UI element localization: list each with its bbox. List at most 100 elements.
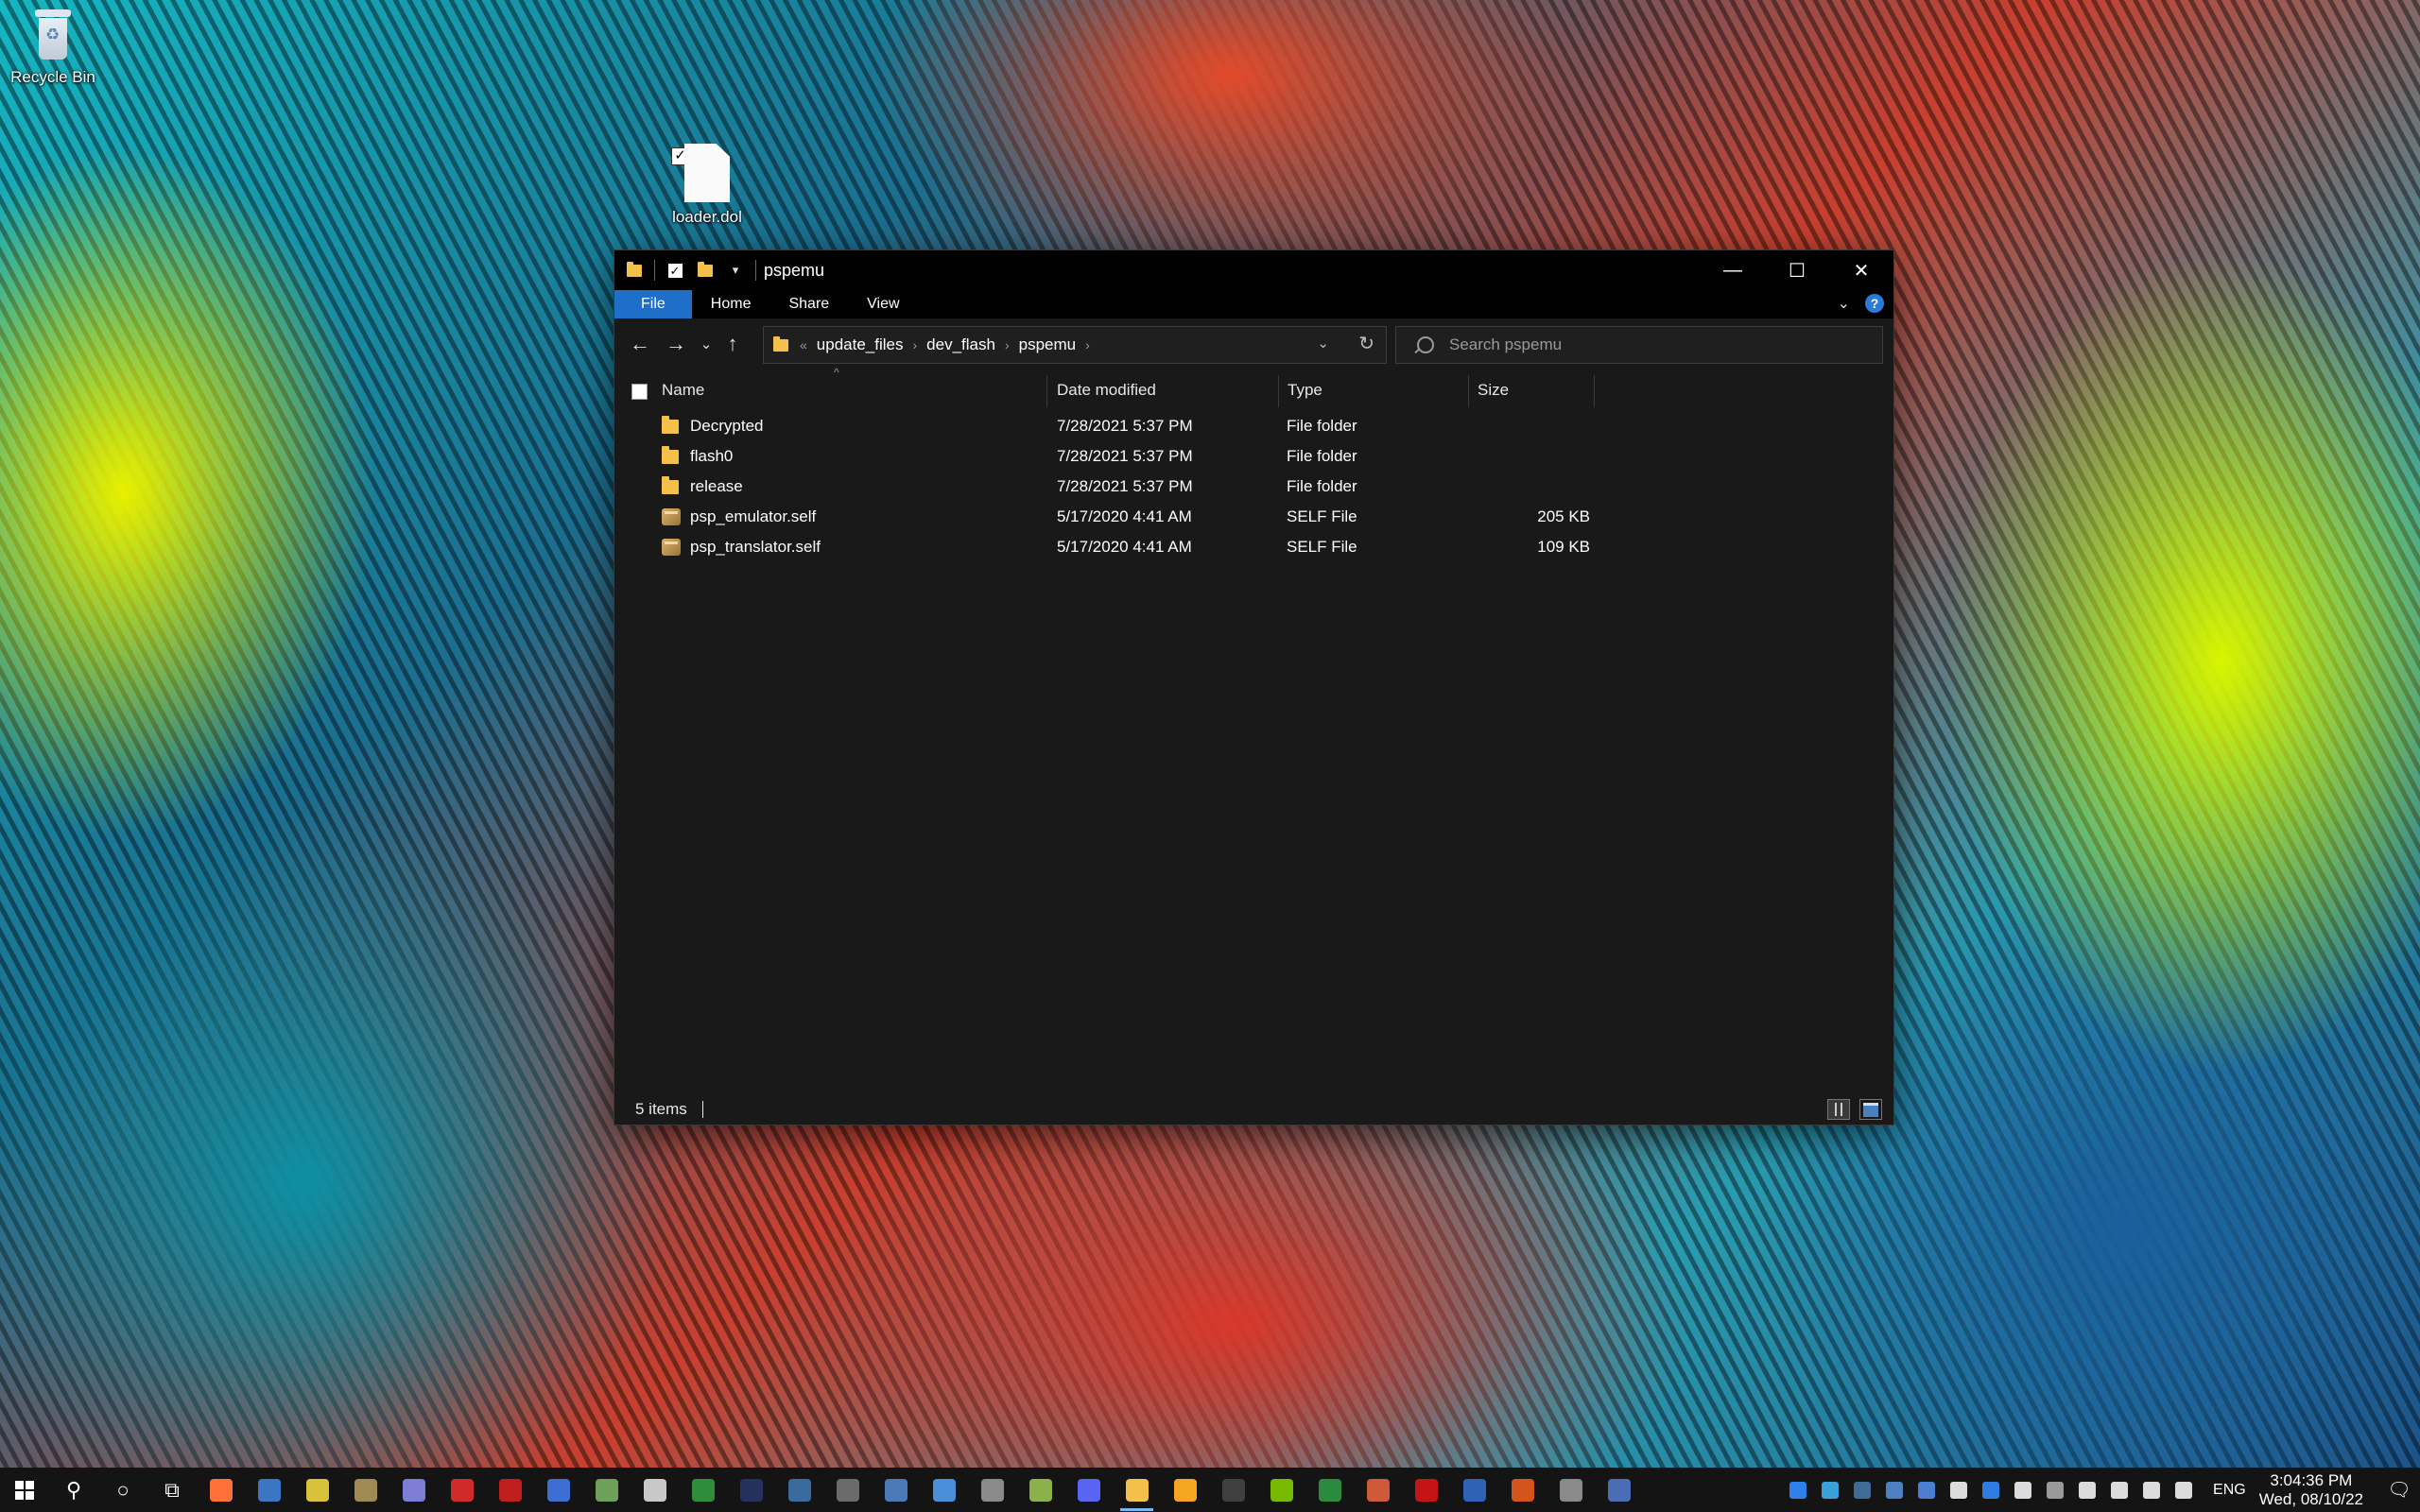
taskbar-app-button[interactable] bbox=[968, 1468, 1016, 1512]
expand-ribbon-chevron-icon[interactable]: ⌄ bbox=[1838, 294, 1850, 313]
column-header-type[interactable]: Type bbox=[1288, 369, 1322, 411]
tray-item[interactable] bbox=[2007, 1468, 2039, 1512]
recent-locations-chevron-icon[interactable]: ⌄ bbox=[694, 325, 718, 363]
tray-item[interactable] bbox=[2168, 1468, 2200, 1512]
file-row[interactable]: psp_emulator.self 5/17/2020 4:41 AM SELF… bbox=[614, 502, 1893, 532]
taskbar-app-button[interactable] bbox=[438, 1468, 486, 1512]
column-header-name[interactable]: Name bbox=[662, 369, 704, 411]
file-row[interactable]: flash0 7/28/2021 5:37 PM File folder bbox=[614, 441, 1893, 472]
taskbar-app-button[interactable] bbox=[1305, 1468, 1354, 1512]
lifebuoy-icon bbox=[1886, 1481, 1904, 1499]
navigation-bar: ← → ⌄ ↑ « update_files › dev_flash › psp… bbox=[614, 318, 1893, 369]
tab-share[interactable]: Share bbox=[769, 290, 848, 318]
taskbar-app-button[interactable] bbox=[293, 1468, 341, 1512]
taskbar-app-button[interactable] bbox=[679, 1468, 727, 1512]
tray-item[interactable] bbox=[2039, 1468, 2071, 1512]
taskbar-app-button[interactable] bbox=[920, 1468, 968, 1512]
select-all-checkbox[interactable] bbox=[631, 384, 648, 400]
forward-arrow-icon[interactable]: → bbox=[658, 325, 694, 363]
tab-view[interactable]: View bbox=[848, 290, 918, 318]
taskbar-app-button[interactable] bbox=[534, 1468, 582, 1512]
breadcrumb-separator-icon[interactable]: › bbox=[1005, 337, 1010, 352]
loader-file-desktop-icon[interactable]: ✓ loader.dol bbox=[660, 144, 754, 227]
tray-item[interactable] bbox=[1814, 1468, 1846, 1512]
customize-quick-access-dropdown[interactable]: ▾ bbox=[725, 260, 746, 281]
breadcrumb-pspemu[interactable]: pspemu bbox=[1019, 335, 1076, 354]
back-arrow-icon[interactable]: ← bbox=[622, 325, 658, 363]
help-icon[interactable]: ? bbox=[1865, 294, 1884, 313]
title-bar[interactable]: ✓ ▾ pspemu — ☐ ✕ bbox=[614, 250, 1893, 290]
taskbar-app-button[interactable] bbox=[823, 1468, 872, 1512]
tray-item[interactable] bbox=[1910, 1468, 1943, 1512]
map-icon bbox=[595, 1478, 618, 1502]
cortana-button[interactable]: ○ bbox=[98, 1468, 147, 1512]
new-folder-quick-access-button[interactable] bbox=[695, 260, 716, 281]
taskbar-app-button[interactable] bbox=[245, 1468, 293, 1512]
tab-file[interactable]: File bbox=[614, 290, 692, 318]
taskbar-app-button[interactable] bbox=[1161, 1468, 1209, 1512]
search-input[interactable]: Search pspemu bbox=[1395, 326, 1883, 364]
properties-quick-access-button[interactable]: ✓ bbox=[665, 260, 685, 281]
taskbar-app-button[interactable] bbox=[1354, 1468, 1402, 1512]
taskbar-app-button[interactable] bbox=[1450, 1468, 1498, 1512]
taskbar-app-button[interactable] bbox=[872, 1468, 920, 1512]
taskbar-app-button[interactable] bbox=[341, 1468, 389, 1512]
breadcrumb-dev-flash[interactable]: dev_flash bbox=[926, 335, 995, 354]
taskbar-app-button[interactable] bbox=[1113, 1468, 1161, 1512]
maximize-button[interactable]: ☐ bbox=[1765, 250, 1829, 290]
file-row[interactable]: psp_translator.self 5/17/2020 4:41 AM SE… bbox=[614, 532, 1893, 562]
breadcrumb-update-files[interactable]: update_files bbox=[817, 335, 904, 354]
recycle-bin-desktop-icon[interactable]: Recycle Bin bbox=[6, 9, 100, 87]
taskbar-app-button[interactable] bbox=[582, 1468, 631, 1512]
breadcrumb-separator-icon[interactable]: › bbox=[1085, 337, 1090, 352]
taskbar-app-button[interactable] bbox=[1547, 1468, 1595, 1512]
hidden-locations-chevron[interactable]: « bbox=[800, 337, 807, 352]
taskbar-app-button[interactable] bbox=[389, 1468, 438, 1512]
clock[interactable]: 3:04:36 PM Wed, 08/10/22 bbox=[2259, 1471, 2363, 1509]
address-history-chevron-icon[interactable]: ⌄ bbox=[1317, 335, 1329, 352]
file-name: psp_emulator.self bbox=[690, 507, 817, 525]
address-bar[interactable]: « update_files › dev_flash › pspemu › ⌄ … bbox=[763, 326, 1387, 364]
tray-item[interactable] bbox=[1878, 1468, 1910, 1512]
refresh-icon[interactable]: ↻ bbox=[1358, 332, 1374, 355]
minimize-button[interactable]: — bbox=[1701, 250, 1765, 290]
taskbar-app-button[interactable] bbox=[1498, 1468, 1547, 1512]
task-view-button[interactable]: ⧉ bbox=[147, 1468, 197, 1512]
tray-item[interactable] bbox=[2071, 1468, 2103, 1512]
tray-item[interactable] bbox=[1846, 1468, 1878, 1512]
taskbar-app-button[interactable] bbox=[486, 1468, 534, 1512]
search-button[interactable]: ⚲ bbox=[49, 1468, 98, 1512]
taskbar-app-button[interactable] bbox=[775, 1468, 823, 1512]
taskbar-app-button[interactable] bbox=[1016, 1468, 1064, 1512]
tray-item[interactable] bbox=[2135, 1468, 2168, 1512]
column-header-size[interactable]: Size bbox=[1478, 369, 1509, 411]
file-date: 5/17/2020 4:41 AM bbox=[1057, 538, 1192, 556]
taskbar-app-button[interactable] bbox=[1257, 1468, 1305, 1512]
large-icons-view-button[interactable] bbox=[1859, 1099, 1882, 1120]
tray-item[interactable] bbox=[1975, 1468, 2007, 1512]
sheet-icon bbox=[691, 1478, 715, 1502]
input-language[interactable]: ENG bbox=[2213, 1482, 2246, 1499]
taskbar-app-button[interactable] bbox=[197, 1468, 245, 1512]
taskbar-app-button[interactable] bbox=[727, 1468, 775, 1512]
search-icon: ⚲ bbox=[65, 1477, 82, 1502]
file-row[interactable]: release 7/28/2021 5:37 PM File folder bbox=[614, 472, 1893, 502]
taskbar-app-button[interactable] bbox=[1064, 1468, 1113, 1512]
column-header-date-modified[interactable]: Date modified bbox=[1057, 369, 1156, 411]
tray-item[interactable] bbox=[1943, 1468, 1975, 1512]
breadcrumb-separator-icon[interactable]: › bbox=[912, 337, 917, 352]
action-center-button[interactable]: 🗨 bbox=[2378, 1468, 2420, 1512]
taskbar-app-button[interactable] bbox=[631, 1468, 679, 1512]
taskbar-app-button[interactable] bbox=[1595, 1468, 1643, 1512]
tray-item[interactable] bbox=[1782, 1468, 1814, 1512]
file-row[interactable]: Decrypted 7/28/2021 5:37 PM File folder bbox=[614, 411, 1893, 441]
start-button[interactable] bbox=[0, 1468, 49, 1512]
close-button[interactable]: ✕ bbox=[1829, 250, 1893, 290]
file-size: 205 KB bbox=[1537, 507, 1590, 525]
taskbar-app-button[interactable] bbox=[1402, 1468, 1450, 1512]
details-view-button[interactable] bbox=[1827, 1099, 1850, 1120]
up-arrow-icon[interactable]: ↑ bbox=[718, 325, 747, 363]
taskbar-app-button[interactable] bbox=[1209, 1468, 1257, 1512]
tray-item[interactable] bbox=[2103, 1468, 2135, 1512]
tab-home[interactable]: Home bbox=[692, 290, 770, 318]
